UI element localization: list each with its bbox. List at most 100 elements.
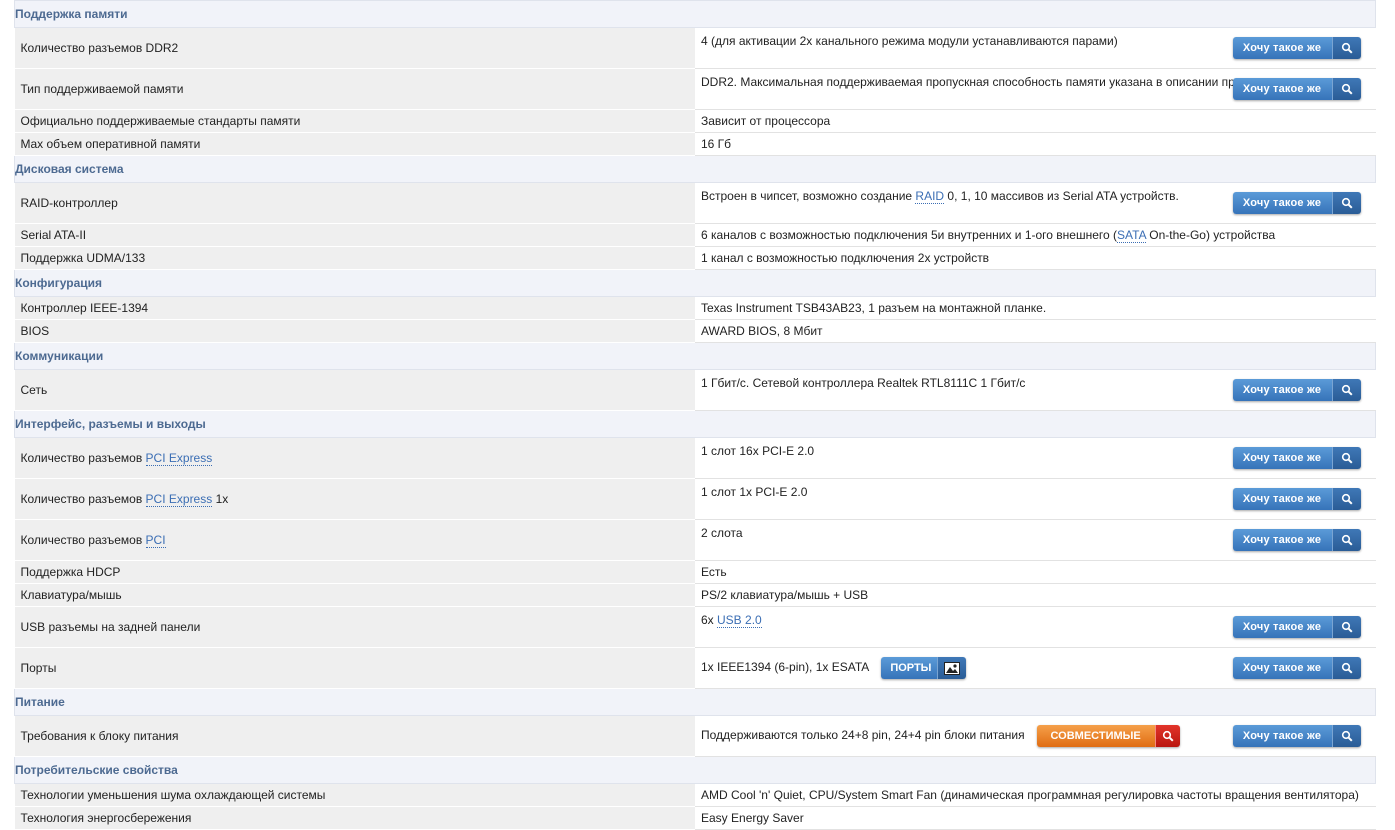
- spec-value-cell: 1 канал с возможностью подключения 2х ус…: [695, 246, 1376, 270]
- section-header-config: Конфигурация: [14, 269, 1376, 297]
- specs-table: Поддержка памяти Количество разъемов DDR…: [14, 0, 1376, 830]
- spec-value-cell: Easy Energy Saver: [695, 806, 1376, 830]
- spec-value: Поддерживаются только 24+8 pin, 24+4 pin…: [701, 728, 1025, 743]
- spec-row-mem-std: Официально поддерживаемые стандарты памя…: [14, 109, 1376, 133]
- pci-glossary-link[interactable]: PCI: [145, 533, 166, 548]
- spec-value: AWARD BIOS, 8 Мбит: [701, 324, 823, 338]
- spec-value-text: Встроен в чипсет, возможно создание: [701, 189, 916, 203]
- spec-row-raid: RAID-контроллер Встроен в чипсет, возмож…: [14, 182, 1376, 224]
- spec-value-text: 0, 1, 10 массивов из Serial ATA устройст…: [944, 189, 1179, 203]
- spec-row-bios: BIOS AWARD BIOS, 8 Мбит: [14, 319, 1376, 343]
- spec-name: Официально поддерживаемые стандарты памя…: [14, 109, 695, 133]
- spec-value: Зависит от процессора: [701, 114, 831, 128]
- section-title: Интерфейс, разъемы и выходы: [14, 410, 1376, 438]
- spec-value: Встроен в чипсет, возможно создание RAID…: [695, 183, 1179, 204]
- section-title: Потребительские свойства: [14, 756, 1376, 784]
- spec-value-cell: 2 слота Хочу такое же: [695, 519, 1376, 561]
- want-same-button[interactable]: Хочу такое же: [1232, 488, 1361, 510]
- image-icon: [937, 657, 967, 679]
- search-icon: [1331, 447, 1361, 469]
- spec-value-cell: 1x IEEE1394 (6-pin), 1x ESATA ПОРТЫ Хочу …: [695, 647, 1376, 689]
- spec-value-text: 6 каналов с возможностью подключения 5и …: [701, 228, 1118, 242]
- spec-value-cell: AMD Cool 'n' Quiet, CPU/System Smart Fan…: [695, 783, 1376, 807]
- search-icon: [1331, 379, 1361, 401]
- want-same-button[interactable]: Хочу такое же: [1232, 447, 1361, 469]
- spec-value-cell: PS/2 клавиатура/мышь + USB: [695, 583, 1376, 607]
- spec-value: 6 каналов с возможностью подключения 5и …: [695, 228, 1276, 243]
- section-title: Питание: [14, 688, 1376, 716]
- spec-row-noise: Технологии уменьшения шума охлаждающей с…: [14, 783, 1376, 807]
- want-same-label: Хочу такое же: [1232, 447, 1332, 469]
- compatible-psu-label: СОВМЕСТИМЫЕ БП: [1036, 725, 1155, 747]
- want-same-button[interactable]: Хочу такое же: [1232, 657, 1361, 679]
- spec-row-network: Сеть 1 Гбит/с. Сетевой контроллера Realt…: [14, 369, 1376, 411]
- section-title: Дисковая система: [14, 155, 1376, 183]
- spec-value-cell: 6 каналов с возможностью подключения 5и …: [695, 223, 1376, 247]
- spec-value-cell: Texas Instrument TSB43AB23, 1 разъем на …: [695, 296, 1376, 320]
- spec-row-energy: Технология энергосбережения Easy Energy …: [14, 806, 1376, 830]
- search-icon: [1331, 488, 1361, 510]
- want-same-label: Хочу такое же: [1232, 488, 1332, 510]
- ports-button-label: ПОРТЫ: [881, 657, 938, 679]
- spec-name: USB разъемы на задней панели: [14, 606, 695, 648]
- want-same-button[interactable]: Хочу такое же: [1232, 616, 1361, 638]
- spec-value: PS/2 клавиатура/мышь + USB: [701, 588, 869, 602]
- sata-glossary-link[interactable]: SATA: [1117, 228, 1146, 243]
- spec-value-cell: Зависит от процессора: [695, 109, 1376, 133]
- spec-value-cell: 4 (для активации 2х канального режима мо…: [695, 27, 1376, 69]
- spec-name: Порты: [14, 647, 695, 689]
- want-same-button[interactable]: Хочу такое же: [1232, 37, 1361, 59]
- spec-row-sata: Serial ATA-II 6 каналов с возможностью п…: [14, 223, 1376, 247]
- pci-express-glossary-link[interactable]: PCI Express: [145, 492, 213, 507]
- want-same-label: Хочу такое же: [1232, 529, 1332, 551]
- section-title: Поддержка памяти: [14, 0, 1376, 28]
- want-same-button[interactable]: Хочу такое же: [1232, 379, 1361, 401]
- ports-photo-button[interactable]: ПОРТЫ: [881, 657, 967, 679]
- pci-express-glossary-link[interactable]: PCI Express: [145, 451, 213, 466]
- spec-value-cell: Встроен в чипсет, возможно создание RAID…: [695, 182, 1376, 224]
- spec-name: Технологии уменьшения шума охлаждающей с…: [14, 783, 695, 807]
- want-same-button[interactable]: Хочу такое же: [1232, 192, 1361, 214]
- spec-value: 6x USB 2.0: [695, 607, 762, 628]
- raid-glossary-link[interactable]: RAID: [915, 189, 945, 204]
- spec-value-cell: 6x USB 2.0 Хочу такое же: [695, 606, 1376, 648]
- want-same-label: Хочу такое же: [1232, 657, 1332, 679]
- spec-value-cell: AWARD BIOS, 8 Мбит: [695, 319, 1376, 343]
- spec-value-text: 6x: [701, 613, 718, 627]
- spec-name: Сеть: [14, 369, 695, 411]
- usb-glossary-link[interactable]: USB 2.0: [717, 613, 762, 628]
- section-header-power: Питание: [14, 688, 1376, 716]
- want-same-label: Хочу такое же: [1232, 37, 1332, 59]
- spec-name: Количество разъемов PCI: [14, 519, 695, 561]
- spec-value-cell: 16 Гб: [695, 132, 1376, 156]
- spec-name: Тип поддерживаемой памяти: [14, 68, 695, 110]
- spec-value: 1x IEEE1394 (6-pin), 1x ESATA: [701, 660, 870, 675]
- section-header-consumer: Потребительские свойства: [14, 756, 1376, 784]
- spec-name: Serial ATA-II: [14, 223, 695, 247]
- section-header-comm: Коммуникации: [14, 342, 1376, 370]
- search-icon: [1331, 725, 1361, 747]
- want-same-button[interactable]: Хочу такое же: [1232, 529, 1361, 551]
- spec-row-udma: Поддержка UDMA/133 1 канал с возможность…: [14, 246, 1376, 270]
- spec-name: Требования к блоку питания: [14, 715, 695, 757]
- section-header-disk: Дисковая система: [14, 155, 1376, 183]
- spec-value: 1 Гбит/с. Сетевой контроллера Realtek RT…: [701, 376, 1026, 390]
- compatible-psu-button[interactable]: СОВМЕСТИМЫЕ БП: [1036, 725, 1180, 747]
- spec-value-text: On-the-Go) устройства: [1145, 228, 1276, 242]
- want-same-button[interactable]: Хочу такое же: [1232, 725, 1361, 747]
- spec-row-ddr2-slots: Количество разъемов DDR2 4 (для активаци…: [14, 27, 1376, 69]
- spec-row-psu: Требования к блоку питания Поддерживаютс…: [14, 715, 1376, 757]
- spec-row-pci: Количество разъемов PCI 2 слота Хочу так…: [14, 519, 1376, 561]
- spec-name: Клавиатура/мышь: [14, 583, 695, 607]
- spec-name: RAID-контроллер: [14, 182, 695, 224]
- want-same-button[interactable]: Хочу такое же: [1232, 78, 1361, 100]
- spec-value: Texas Instrument TSB43AB23, 1 разъем на …: [701, 301, 1047, 315]
- spec-value: 2 слота: [701, 526, 743, 540]
- spec-row-ports: Порты 1x IEEE1394 (6-pin), 1x ESATA ПОРТЫ…: [14, 647, 1376, 689]
- want-same-label: Хочу такое же: [1232, 379, 1332, 401]
- spec-value-cell: 1 слот 1x PCI-E 2.0 Хочу такое же: [695, 478, 1376, 520]
- spec-row-hdcp: Поддержка HDCP Есть: [14, 560, 1376, 584]
- spec-name: Количество разъемов PCI Express 1x: [14, 478, 695, 520]
- spec-name: Контроллер IEEE-1394: [14, 296, 695, 320]
- spec-value-cell: 1 Гбит/с. Сетевой контроллера Realtek RT…: [695, 369, 1376, 411]
